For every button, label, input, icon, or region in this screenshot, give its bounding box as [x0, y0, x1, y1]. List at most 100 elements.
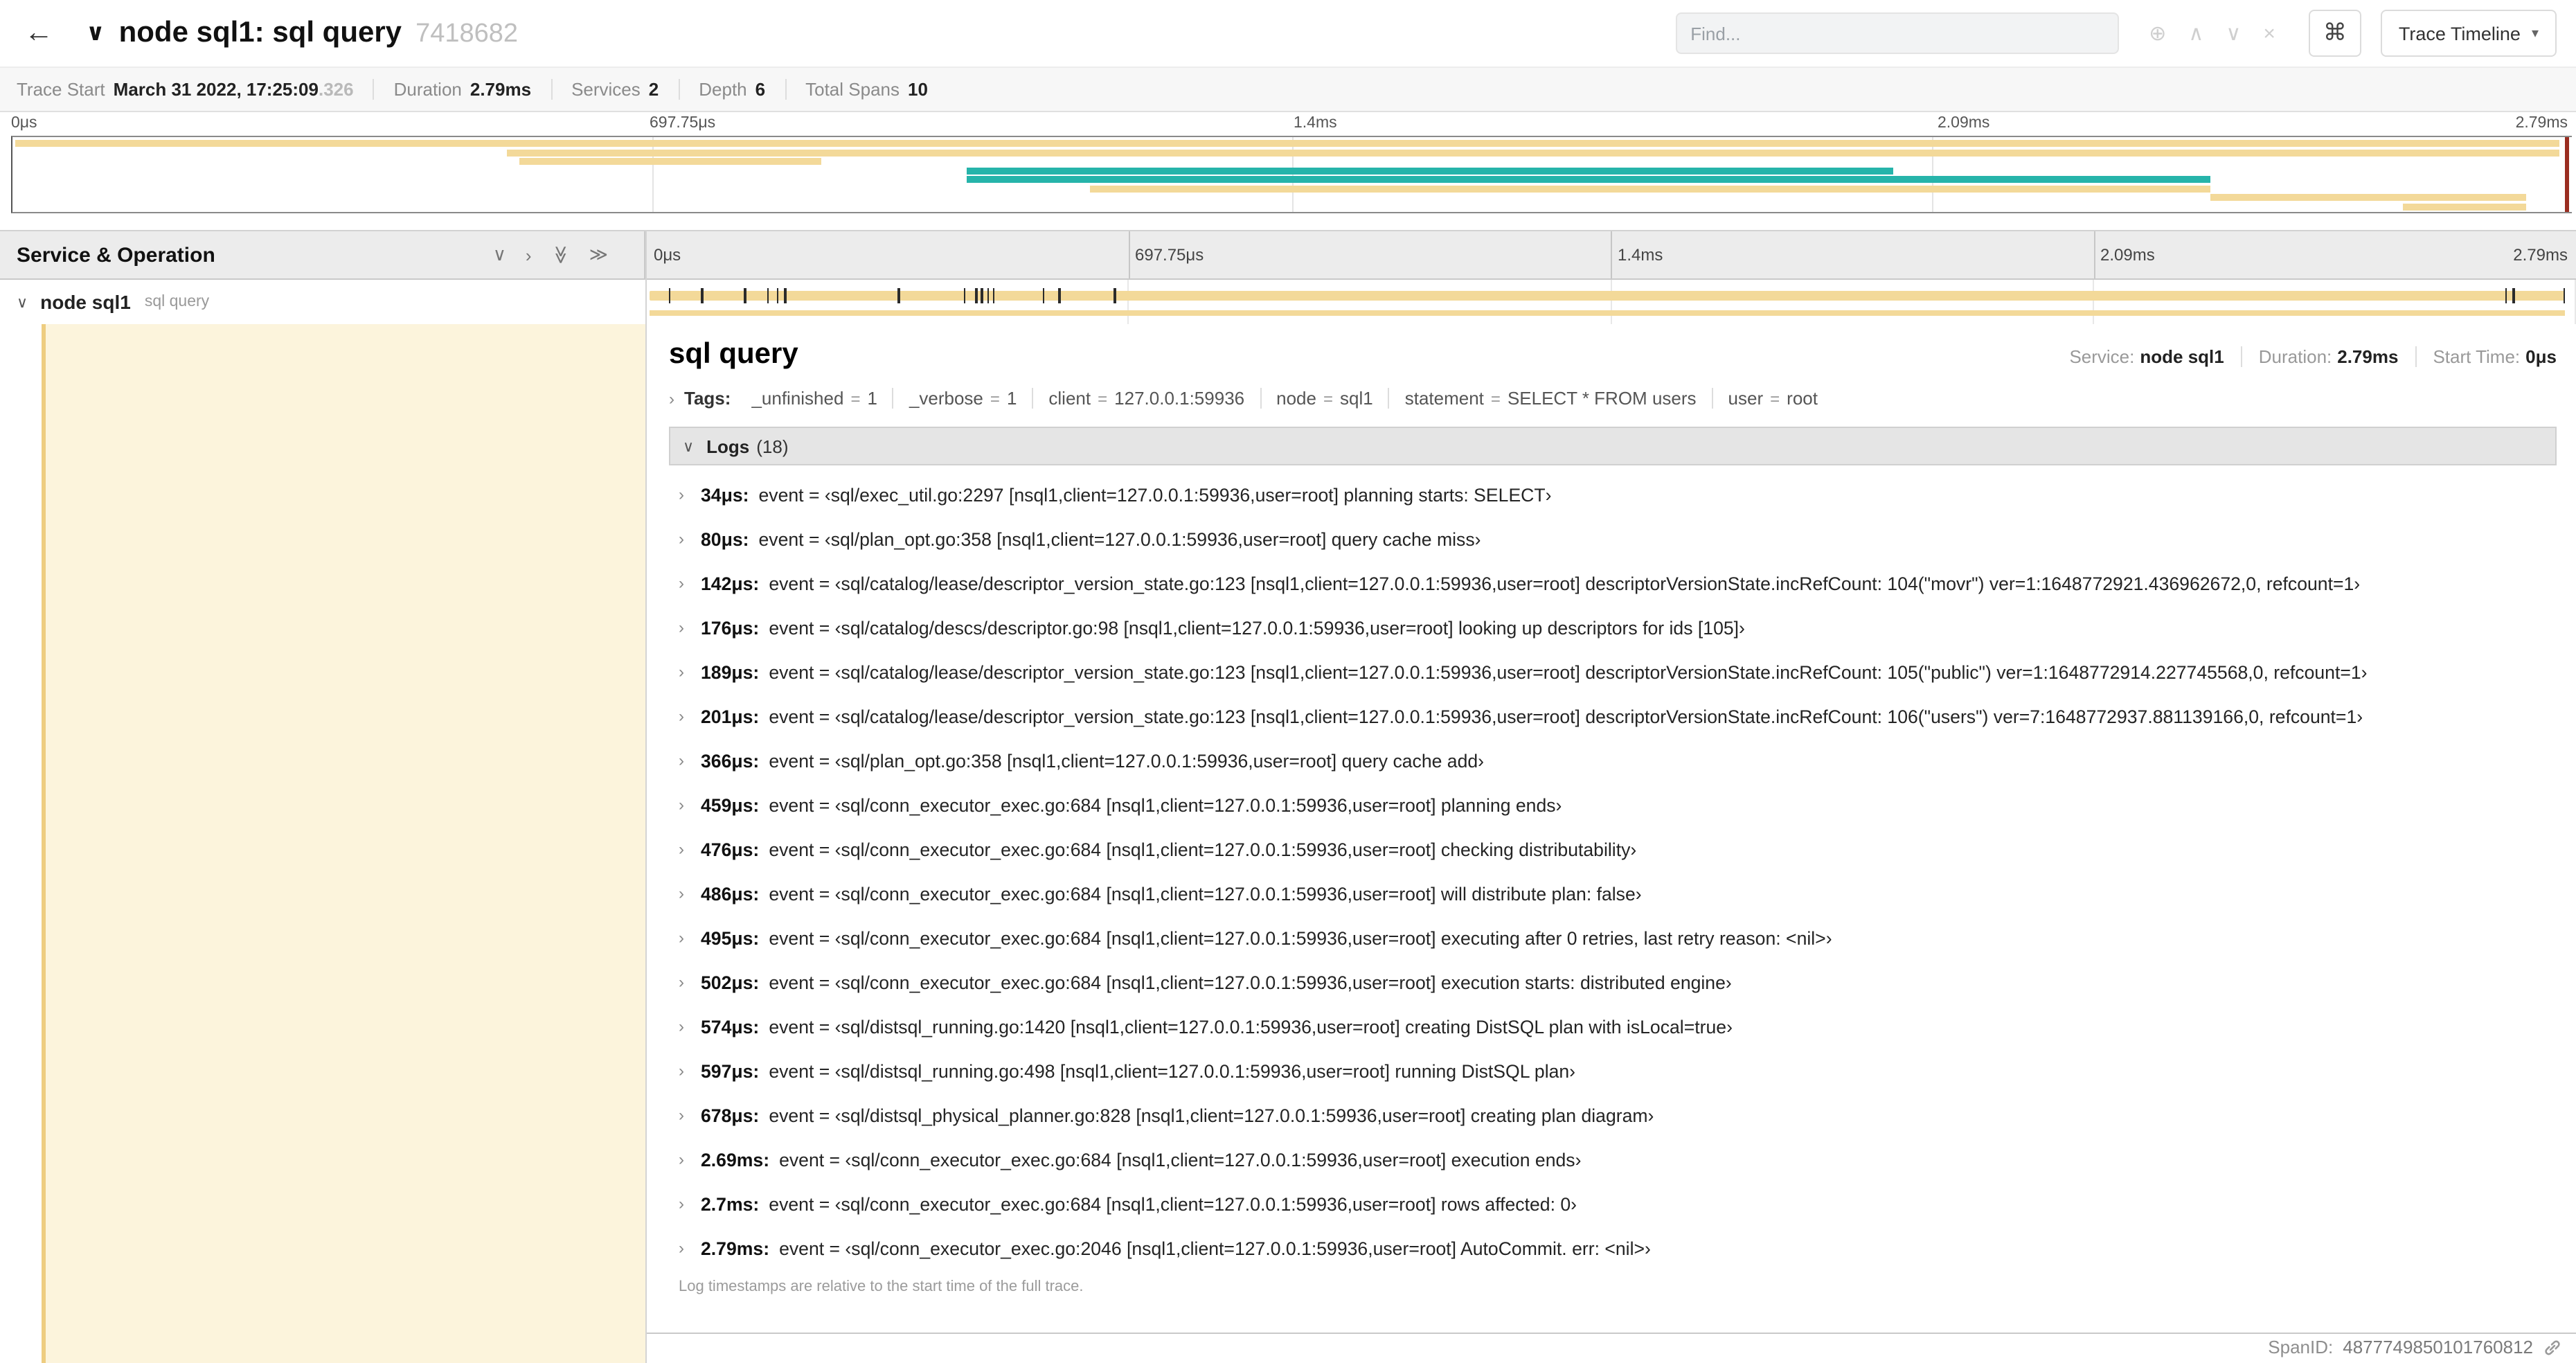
log-entry[interactable]: › 502μs: event = ‹sql/conn_executor_exec…	[669, 960, 2557, 1004]
minimap-trace-end-line	[2565, 137, 2569, 212]
logs-section: ∨ Logs (18) › 34μs: event = ‹sql/exec_ut…	[669, 427, 2557, 1295]
expand-one-icon[interactable]: ›	[526, 244, 532, 265]
chevron-right-icon: ›	[679, 618, 684, 637]
tag-key: node	[1276, 388, 1316, 409]
chevron-right-icon: ›	[679, 928, 684, 947]
log-event-text: event = ‹sql/conn_executor_exec.go:684 […	[779, 1149, 1582, 1170]
log-timestamp: 574μs:	[701, 1016, 760, 1037]
next-result-icon[interactable]: ∨	[2226, 21, 2241, 46]
log-timestamp: 34μs:	[701, 484, 749, 505]
span-name-cell[interactable]: ∨ node sql1 sql query	[0, 280, 645, 324]
log-event-text: event = ‹sql/conn_executor_exec.go:2046 …	[779, 1238, 1651, 1258]
log-entry[interactable]: › 597μs: event = ‹sql/distsql_running.go…	[669, 1049, 2557, 1093]
collapse-trace-chevron-icon[interactable]: ∨	[86, 19, 105, 47]
log-entry[interactable]: › 486μs: event = ‹sql/conn_executor_exec…	[669, 871, 2557, 916]
collapse-one-icon[interactable]: ∨	[493, 244, 506, 266]
timeline-gridline	[1127, 280, 1129, 324]
log-entry[interactable]: › 366μs: event = ‹sql/plan_opt.go:358 [n…	[669, 738, 2557, 783]
tags-row: › Tags: _unfinished = 1 _verbose = 1 client =…	[669, 388, 2557, 409]
log-marker-tick	[2563, 288, 2566, 303]
span-duration-bar[interactable]	[649, 291, 2566, 301]
log-entry[interactable]: › 189μs: event = ‹sql/catalog/lease/desc…	[669, 650, 2557, 694]
chevron-right-icon: ›	[679, 839, 684, 859]
span-collapse-chevron-icon[interactable]: ∨	[17, 293, 28, 311]
tag-value: 1	[867, 388, 877, 409]
span-operation-name: sql query	[144, 294, 210, 310]
log-timestamp: 495μs:	[701, 927, 760, 948]
tag-item[interactable]: statement = SELECT * FROM users	[1388, 388, 1712, 409]
find-nav-controls: ⊕ ∧ ∨ ×	[2138, 21, 2287, 46]
log-entry[interactable]: › 176μs: event = ‹sql/catalog/descs/desc…	[669, 605, 2557, 650]
chevron-right-icon: ›	[679, 529, 684, 549]
column-splitter[interactable]	[645, 230, 647, 1363]
keyboard-shortcuts-button[interactable]: ⌘	[2308, 10, 2361, 57]
log-event-text: event = ‹sql/conn_executor_exec.go:684 […	[769, 794, 1562, 815]
log-entry[interactable]: › 2.69ms: event = ‹sql/conn_executor_exe…	[669, 1137, 2557, 1182]
log-entry[interactable]: › 459μs: event = ‹sql/conn_executor_exec…	[669, 783, 2557, 827]
clear-search-icon[interactable]: ×	[2263, 21, 2275, 45]
log-entry[interactable]: › 2.7ms: event = ‹sql/conn_executor_exec…	[669, 1182, 2557, 1226]
log-entry[interactable]: › 476μs: event = ‹sql/conn_executor_exec…	[669, 827, 2557, 871]
log-timestamp: 201μs:	[701, 706, 760, 727]
expand-all-icon[interactable]: ≫	[589, 244, 608, 266]
log-entry[interactable]: › 495μs: event = ‹sql/conn_executor_exec…	[669, 916, 2557, 960]
chevron-right-icon: ›	[679, 751, 684, 770]
minimap-span-bar	[967, 176, 2211, 183]
chevron-right-icon: ›	[679, 706, 684, 726]
chevron-right-icon[interactable]: ›	[669, 389, 674, 408]
log-event-text: event = ‹sql/distsql_physical_planner.go…	[769, 1105, 1654, 1125]
log-marker-tick	[668, 288, 671, 303]
log-event-text: event = ‹sql/catalog/lease/descriptor_ve…	[769, 573, 2361, 594]
log-entry[interactable]: › 80μs: event = ‹sql/plan_opt.go:358 [ns…	[669, 517, 2557, 561]
span-meta-value: 0μs	[2525, 346, 2557, 367]
tag-item[interactable]: node = sql1	[1260, 388, 1388, 409]
summary-item: Services 2	[551, 79, 678, 100]
logs-label: Logs	[706, 436, 750, 456]
minimap-canvas[interactable]	[11, 136, 2572, 213]
log-entry[interactable]: › 201μs: event = ‹sql/catalog/lease/desc…	[669, 694, 2557, 738]
span-meta-value: node sql1	[2140, 346, 2224, 367]
timeline-gridline	[1610, 280, 1611, 324]
minimap-tick: 2.79ms	[2515, 115, 2568, 132]
log-entry[interactable]: › 142μs: event = ‹sql/catalog/lease/desc…	[669, 561, 2557, 605]
tag-item[interactable]: _verbose = 1	[892, 388, 1032, 409]
log-marker-tick	[2512, 288, 2515, 303]
ruler-tick-label: 2.09ms	[2100, 245, 2155, 265]
tag-item[interactable]: client = 127.0.0.1:59936	[1032, 388, 1260, 409]
prev-result-icon[interactable]: ∧	[2188, 21, 2203, 46]
caret-down-icon: ▾	[2531, 26, 2539, 41]
log-event-text: event = ‹sql/distsql_running.go:1420 [ns…	[769, 1016, 1733, 1037]
summary-label: Total Spans	[805, 79, 900, 100]
minimap-tick: 0μs	[11, 115, 37, 132]
minimap-tick-labels: 0μs 697.75μs 1.4ms 2.09ms 2.79ms	[0, 112, 2576, 136]
tag-key: _unfinished	[751, 388, 844, 409]
log-event-text: event = ‹sql/catalog/lease/descriptor_ve…	[769, 706, 2363, 727]
deep-link-icon[interactable]	[2543, 1337, 2562, 1357]
log-entry[interactable]: › 574μs: event = ‹sql/distsql_running.go…	[669, 1004, 2557, 1049]
back-button[interactable]: ←	[14, 8, 64, 58]
log-event-text: event = ‹sql/conn_executor_exec.go:684 […	[769, 972, 1732, 992]
trace-id: 7418682	[415, 19, 518, 48]
log-entry[interactable]: › 34μs: event = ‹sql/exec_util.go:2297 […	[669, 472, 2557, 517]
log-entry[interactable]: › 2.79ms: event = ‹sql/conn_executor_exe…	[669, 1226, 2557, 1270]
tags-label[interactable]: Tags:	[684, 388, 731, 409]
chevron-right-icon: ›	[679, 1105, 684, 1125]
expanded-span-accent	[42, 324, 645, 1363]
span-meta-value: 2.79ms	[2337, 346, 2399, 367]
find-input[interactable]	[1675, 12, 2119, 54]
log-entry[interactable]: › 678μs: event = ‹sql/distsql_physical_p…	[669, 1093, 2557, 1137]
log-event-text: event = ‹sql/conn_executor_exec.go:684 […	[769, 839, 1637, 859]
span-detail-meta: Service: node sql1 Duration: 2.79ms Start …	[2069, 346, 2557, 367]
focus-icon[interactable]: ⊕	[2149, 21, 2166, 46]
log-timestamp: 502μs:	[701, 972, 760, 992]
tag-equals: =	[1098, 389, 1108, 409]
chevron-right-icon: ›	[679, 884, 684, 903]
tag-item[interactable]: _unfinished = 1	[736, 388, 893, 409]
service-operation-header: Service & Operation ∨ › ≫ ≫	[0, 231, 645, 278]
logs-header[interactable]: ∨ Logs (18)	[669, 427, 2557, 465]
collapse-all-icon[interactable]: ≫	[549, 245, 571, 264]
summary-item: Duration 2.79ms	[373, 79, 551, 100]
trace-view-select[interactable]: Trace Timeline ▾	[2380, 10, 2557, 57]
tag-item[interactable]: user = root	[1711, 388, 1833, 409]
log-timestamp: 476μs:	[701, 839, 760, 859]
